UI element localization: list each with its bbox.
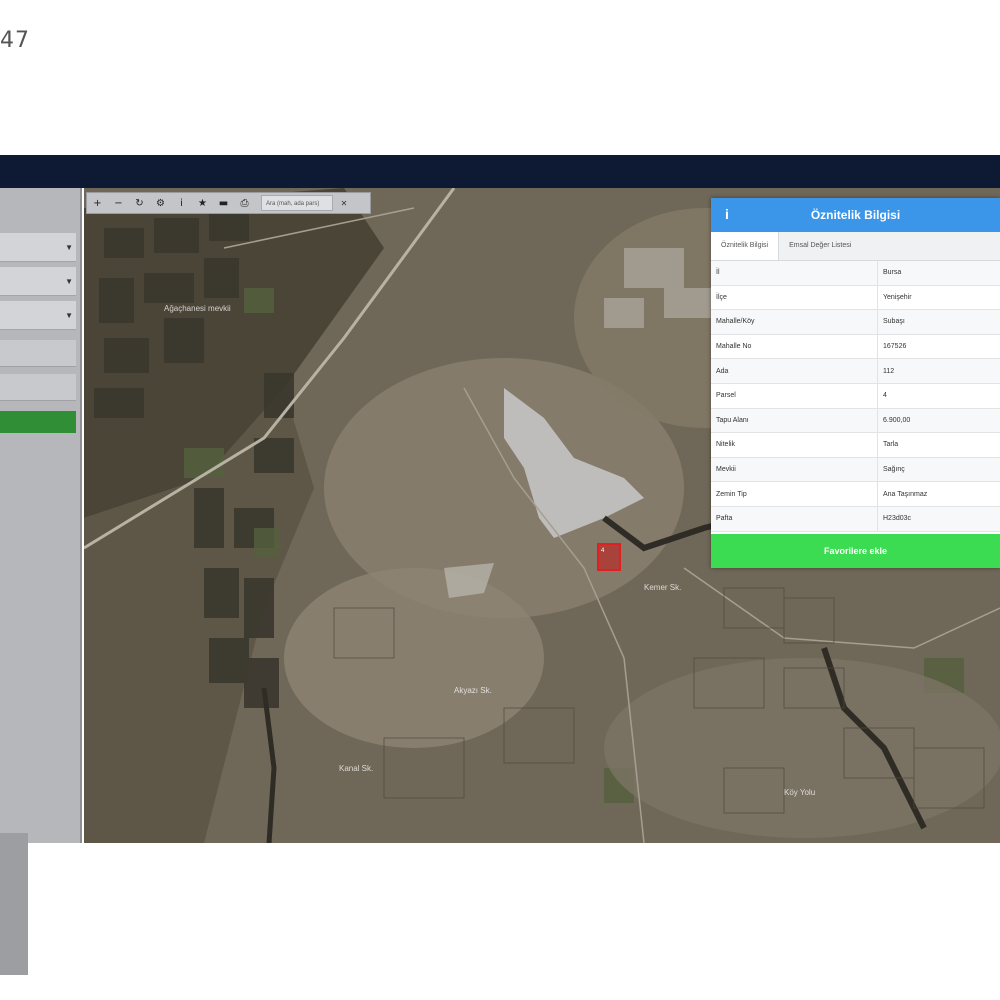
table-row: Mahalle No 167526: [711, 334, 1000, 360]
chevron-down-icon: ▼: [65, 243, 73, 252]
page-number: 47: [0, 28, 30, 53]
attribute-key: Nitelik: [711, 432, 878, 458]
chevron-down-icon: ▼: [65, 311, 73, 320]
map-toolbar: + − ↻ ⚙ i ★ ▬ ⎙ Ara (mah, ada pars) ✕: [86, 192, 371, 214]
parcel-input[interactable]: [0, 374, 76, 401]
panel-header: i Öznitelik Bilgisi: [711, 198, 1000, 232]
attribute-key: Mahalle/Köy: [711, 309, 878, 335]
map-label: Kemer Sk.: [644, 583, 682, 592]
tab-attribute-info[interactable]: Öznitelik Bilgisi: [711, 232, 780, 260]
attribute-key: Mahalle No: [711, 334, 878, 360]
table-row: Nitelik Tarla: [711, 432, 1000, 458]
attribute-key: Pafta: [711, 506, 878, 532]
attribute-value: Tarla: [877, 432, 1000, 458]
table-row: Pafta H23d03c: [711, 506, 1000, 532]
attribute-key: İlçe: [711, 285, 878, 311]
table-row: İlçe Yenişehir: [711, 285, 1000, 311]
attribute-value: Sağınç: [877, 457, 1000, 483]
attribute-value: H23d03c: [877, 506, 1000, 532]
close-icon[interactable]: ✕: [335, 195, 353, 211]
info-icon[interactable]: i: [171, 193, 192, 213]
table-row: İl Bursa: [711, 261, 1000, 286]
refresh-icon[interactable]: ↻: [129, 193, 150, 213]
attribute-key: Parsel: [711, 383, 878, 409]
settings-icon[interactable]: ⚙: [150, 193, 171, 213]
attribute-value: 167526: [877, 334, 1000, 360]
top-navigation-bar: [0, 155, 1000, 188]
attribute-value: 4: [877, 383, 1000, 409]
attribute-key: İl: [711, 261, 878, 286]
map-label: Ağaçhanesi mevkii: [164, 304, 231, 313]
left-sidebar: ▼ ▼ ▼: [0, 188, 82, 843]
attribute-value: Bursa: [877, 261, 1000, 286]
side-panel-fragment: [0, 833, 28, 975]
zoom-in-icon[interactable]: +: [87, 193, 108, 213]
map-label: Köy Yolu: [784, 788, 816, 797]
table-row: Zemin Tip Ana Taşınmaz: [711, 481, 1000, 507]
attribute-key: Mevkii: [711, 457, 878, 483]
add-to-favorites-button[interactable]: Favorilere ekle: [711, 534, 1000, 568]
star-icon[interactable]: ★: [192, 193, 213, 213]
attribute-table: İl Bursa İlçe Yenişehir Mahalle/Köy Subaşı Mah…: [711, 261, 1000, 532]
attribute-value: Ana Taşınmaz: [877, 481, 1000, 507]
block-input[interactable]: [0, 340, 76, 367]
attribute-key: Ada: [711, 358, 878, 384]
table-row: Tapu Alanı 6.900,00: [711, 408, 1000, 434]
attribute-value: Subaşı: [877, 309, 1000, 335]
attribute-key: Zemin Tip: [711, 481, 878, 507]
tab-comparable-values[interactable]: Emsal Değer Listesi: [779, 232, 861, 260]
selected-parcel[interactable]: 4: [597, 543, 621, 571]
panel-tabs: Öznitelik Bilgisi Emsal Değer Listesi: [711, 232, 1000, 261]
table-row: Parsel 4: [711, 383, 1000, 409]
map-label: Akyazı Sk.: [454, 686, 492, 695]
panel-title: Öznitelik Bilgisi: [810, 208, 901, 222]
map-label: Kanal Sk.: [339, 764, 374, 773]
print-icon[interactable]: ⎙: [234, 193, 255, 213]
attribute-value: 112: [877, 358, 1000, 384]
chevron-down-icon: ▼: [65, 277, 73, 286]
parcel-number-label: 4: [601, 548, 605, 554]
table-row: Mevkii Sağınç: [711, 457, 1000, 483]
district-select[interactable]: ▼: [0, 267, 76, 296]
attribute-value: 6.900,00: [877, 408, 1000, 434]
table-row: Ada 112: [711, 358, 1000, 384]
attribute-value: Yenişehir: [877, 285, 1000, 311]
map-search-input[interactable]: Ara (mah, ada pars): [261, 195, 333, 211]
neighborhood-select[interactable]: ▼: [0, 301, 76, 330]
search-button[interactable]: [0, 411, 76, 433]
measure-icon[interactable]: ▬: [213, 193, 234, 213]
province-select[interactable]: ▼: [0, 233, 76, 262]
attribute-key: Tapu Alanı: [711, 408, 878, 434]
zoom-out-icon[interactable]: −: [108, 193, 129, 213]
table-row: Mahalle/Köy Subaşı: [711, 309, 1000, 335]
attribute-info-panel: i Öznitelik Bilgisi Öznitelik Bilgisi Em…: [711, 198, 1000, 568]
